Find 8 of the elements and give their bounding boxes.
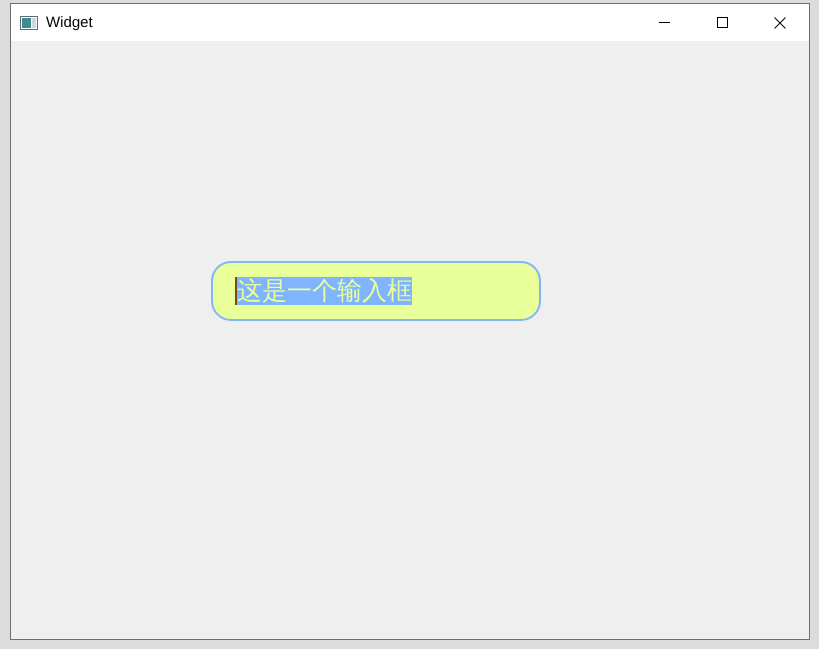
input-field[interactable]: 这是一个输入框: [211, 261, 541, 321]
maximize-icon: [716, 17, 728, 28]
close-icon: [774, 16, 786, 28]
minimize-icon: [658, 22, 670, 23]
input-text: 这是一个输入框: [237, 277, 412, 305]
window-title: Widget: [46, 14, 94, 31]
text-cursor: [235, 277, 237, 305]
app-icon: [20, 16, 38, 30]
